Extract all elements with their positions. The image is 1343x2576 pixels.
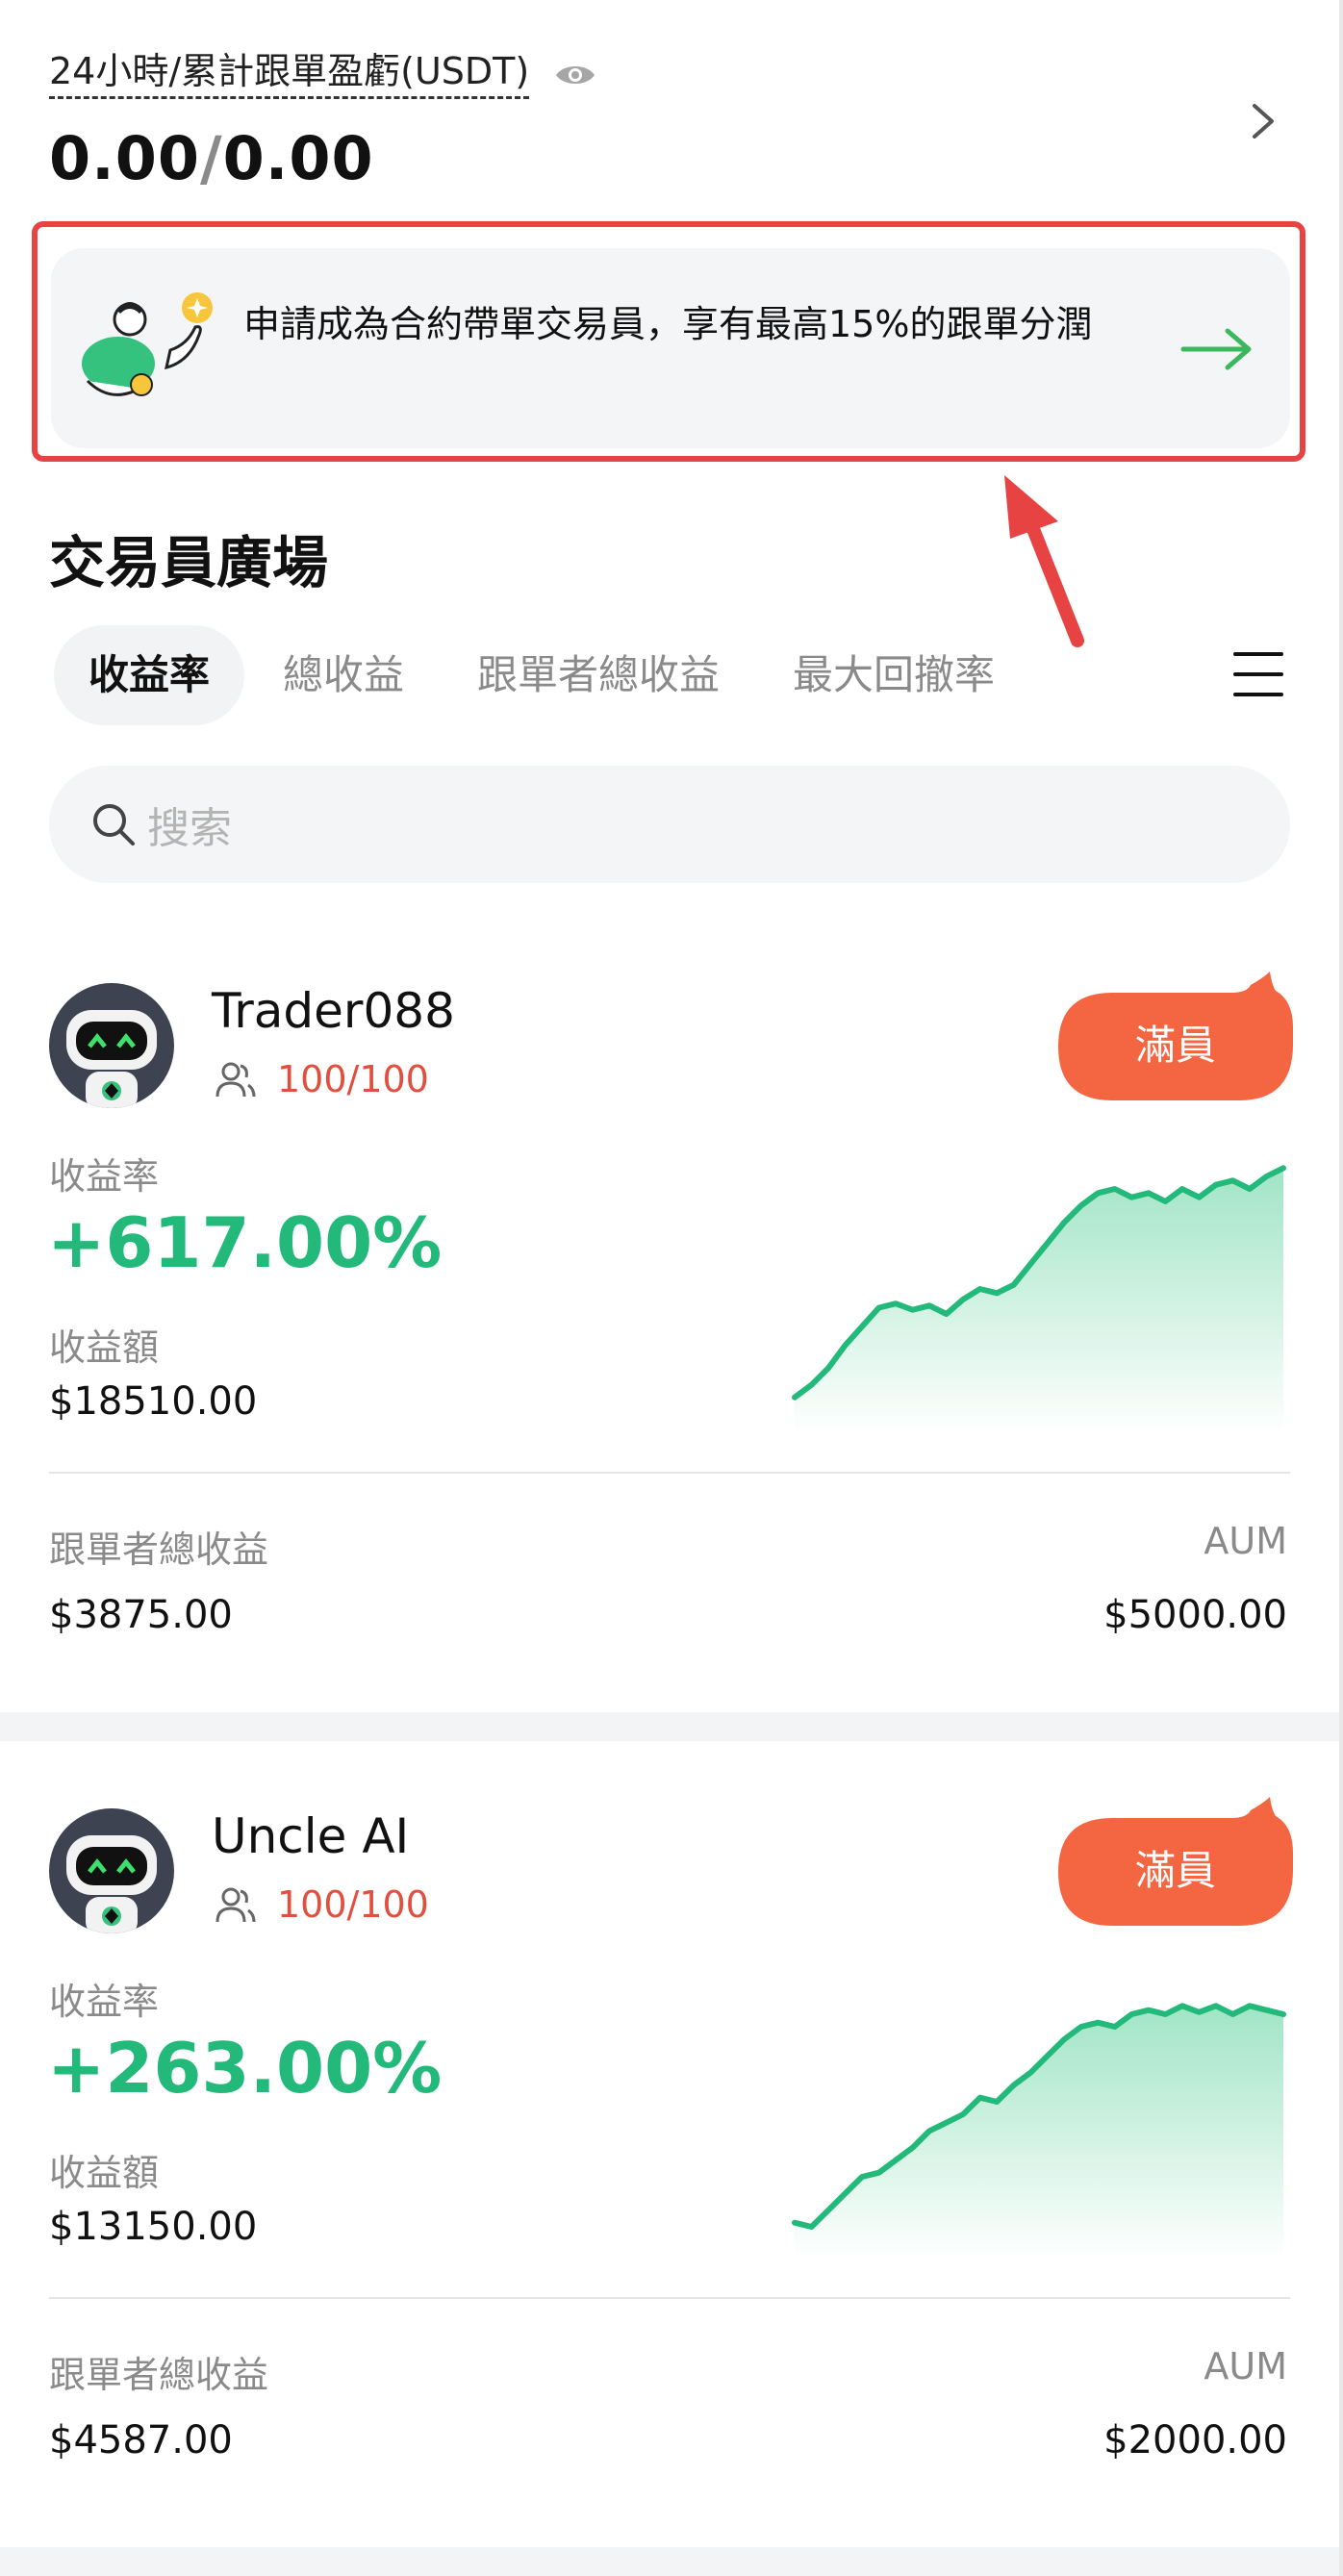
divider xyxy=(49,1472,1290,1474)
trader-name[interactable]: Trader088 xyxy=(212,983,455,1039)
pnl-24h-value: 0.00 xyxy=(49,123,200,193)
follower-gain-label: 跟單者總收益 xyxy=(49,2354,269,2396)
full-badge: 滿員 xyxy=(1134,1847,1216,1894)
section-title: 交易員廣場 xyxy=(49,530,329,595)
pnl-amount-label: 收益額 xyxy=(49,1326,160,1369)
scroll-edge xyxy=(1339,0,1343,2576)
people-icon xyxy=(215,1887,256,1923)
pnl-total-value: 0.00 xyxy=(222,123,374,193)
tab-total-pnl[interactable]: 總收益 xyxy=(248,625,439,725)
card-separator xyxy=(0,1712,1343,1741)
trader-card[interactable]: Trader088 100/100 滿員 收益率 +617.00% 收益額 $1… xyxy=(0,962,1343,1693)
return-rate-label: 收益率 xyxy=(49,1155,160,1198)
chevron-right-icon[interactable] xyxy=(1247,100,1280,142)
pnl-amount-value: $13150.00 xyxy=(49,2205,258,2249)
sparkline-area xyxy=(795,1168,1283,1433)
tab-return-rate[interactable]: 收益率 xyxy=(54,625,245,725)
menu-icon[interactable] xyxy=(1233,650,1283,698)
aum-value: $5000.00 xyxy=(1103,1593,1287,1637)
trader-illustration-icon xyxy=(82,292,213,396)
aum-value: $2000.00 xyxy=(1103,2418,1287,2462)
avatar xyxy=(49,1808,174,1933)
search-icon xyxy=(93,804,135,846)
tab-follower-pnl[interactable]: 跟單者總收益 xyxy=(443,625,754,725)
follower-count: 100/100 xyxy=(277,1058,429,1100)
robot-avatar-icon xyxy=(66,1010,157,1108)
sparkline-chart xyxy=(792,2003,1286,2259)
follower-gain-value: $3875.00 xyxy=(49,1593,233,1637)
tab-max-drawdown[interactable]: 最大回撤率 xyxy=(758,625,1029,725)
sparkline-area xyxy=(795,2006,1283,2259)
divider xyxy=(49,2297,1290,2299)
search-bar[interactable]: 搜索 xyxy=(49,766,1290,883)
full-badge: 滿員 xyxy=(1134,1022,1216,1069)
aum-label: AUM xyxy=(1204,2345,1287,2387)
followers-row: 100/100 xyxy=(214,1883,429,1926)
return-rate-label: 收益率 xyxy=(49,1981,160,2023)
pnl-value: 0.00/0.00 xyxy=(49,123,374,193)
return-rate-value: +617.00% xyxy=(47,1202,443,1283)
pnl-label[interactable]: 24小時/累計跟單盈虧(USDT) xyxy=(49,50,530,99)
trader-card[interactable]: Uncle AI 100/100 滿員 收益率 +263.00% 收益額 $13… xyxy=(0,1787,1343,2518)
card-separator xyxy=(0,2547,1343,2576)
sort-tabs: 收益率 總收益 跟單者總收益 最大回撤率 xyxy=(54,625,1033,725)
return-rate-value: +263.00% xyxy=(47,2028,443,2109)
follower-gain-value: $4587.00 xyxy=(49,2418,233,2462)
followers-row: 100/100 xyxy=(214,1058,429,1100)
pnl-label-row: 24小時/累計跟單盈虧(USDT) xyxy=(49,50,596,99)
pnl-amount-value: $18510.00 xyxy=(49,1379,258,1424)
avatar xyxy=(49,983,174,1108)
trader-name[interactable]: Uncle AI xyxy=(212,1808,409,1864)
pnl-separator: / xyxy=(199,123,223,193)
arrow-right-icon[interactable] xyxy=(1179,325,1256,373)
pnl-amount-label: 收益額 xyxy=(49,2152,160,2194)
banner-text: 申請成為合約帶單交易員，享有最高15%的跟單分潤 xyxy=(243,303,1093,345)
follower-count: 100/100 xyxy=(277,1883,429,1926)
sparkline-chart xyxy=(792,1165,1286,1433)
people-icon xyxy=(215,1062,256,1098)
search-input[interactable]: 搜索 xyxy=(147,794,232,855)
follower-gain-label: 跟單者總收益 xyxy=(49,1528,269,1571)
aum-label: AUM xyxy=(1204,1520,1287,1562)
robot-avatar-icon xyxy=(66,1835,157,1933)
eye-icon[interactable] xyxy=(554,62,596,88)
